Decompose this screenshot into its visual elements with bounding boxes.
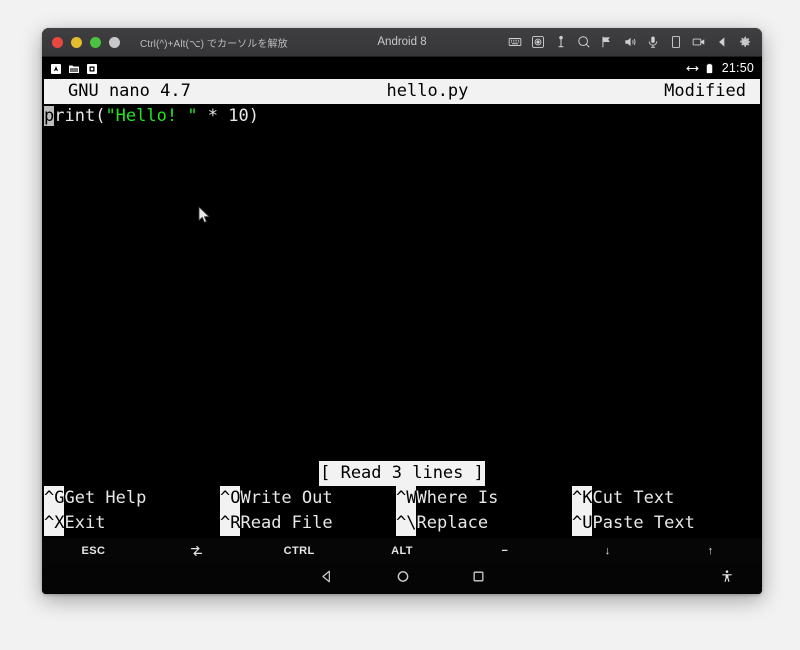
- shortcut-replace[interactable]: ^\ Replace: [396, 511, 572, 536]
- shortcut-write-out[interactable]: ^O Write Out: [220, 486, 396, 511]
- arrow-down-key[interactable]: ↓: [556, 538, 659, 564]
- shortcut-cut-text[interactable]: ^K Cut Text: [572, 486, 748, 511]
- android-nav-bar: [42, 564, 762, 594]
- emulator-window: Ctrl(^)+Alt(⌥) でカーソルを解放 Android 8 21:50 …: [42, 28, 762, 594]
- shortcut-read-file[interactable]: ^R Read File: [220, 511, 396, 536]
- nano-modified-state: Modified: [664, 81, 746, 101]
- status-notification-icons: [50, 62, 98, 74]
- alt-key[interactable]: ALT: [351, 538, 454, 564]
- shortcut-key: ^X: [44, 511, 65, 536]
- screenshot-notification-icon: [86, 62, 98, 74]
- shortcut-key: ^G: [44, 486, 65, 511]
- cursor-release-hint: Ctrl(^)+Alt(⌥) でカーソルを解放: [140, 38, 288, 50]
- terminal-key-toolbar: ESC CTRL ALT − ↓ ↑: [42, 538, 762, 564]
- nano-version: GNU nano 4.7: [68, 81, 191, 101]
- shortcut-key: ^\: [396, 511, 417, 536]
- status-clock: 21:50: [721, 61, 754, 75]
- folder-notification-icon: [68, 62, 80, 74]
- keyboard-icon[interactable]: [508, 35, 522, 49]
- location-icon[interactable]: [600, 35, 614, 49]
- accessibility-icon[interactable]: [720, 569, 734, 590]
- volume-icon[interactable]: [623, 35, 637, 49]
- back-icon[interactable]: [715, 35, 729, 49]
- battery-icon: [704, 62, 716, 74]
- microphone-icon[interactable]: [646, 35, 660, 49]
- back-nav-icon[interactable]: [320, 570, 334, 589]
- code-after: * 10): [197, 106, 259, 126]
- shortcut-key: ^W: [396, 486, 417, 511]
- shortcut-row-2: ^X Exit ^R Read File ^\ Replace ^U Paste Tex…: [44, 511, 760, 536]
- nano-title-bar: GNU nano 4.7 hello.py Modified: [44, 79, 760, 104]
- shortcut-exit[interactable]: ^X Exit: [44, 511, 220, 536]
- record-icon[interactable]: [692, 35, 706, 49]
- close-button[interactable]: [52, 36, 63, 48]
- shortcut-key: ^U: [572, 511, 593, 536]
- nano-filename: hello.py: [386, 81, 469, 101]
- shortcut-label: Exit: [64, 513, 106, 533]
- fullscreen-button[interactable]: [109, 36, 120, 48]
- shortcut-label: Replace: [416, 513, 489, 533]
- nano-edit-area[interactable]: print("Hello! " * 10): [44, 104, 760, 461]
- shortcut-get-help[interactable]: ^G Get Help: [44, 486, 220, 511]
- nano-status-message: [ Read 3 lines ]: [319, 461, 485, 486]
- app-notification-icon: [50, 62, 62, 74]
- code-string-literal: "Hello! ": [105, 106, 198, 126]
- shortcut-where-is[interactable]: ^W Where Is: [396, 486, 572, 511]
- shortcut-key: ^R: [220, 511, 241, 536]
- network-transfer-icon: [686, 62, 699, 74]
- usb-icon[interactable]: [554, 35, 568, 49]
- code-before: rint(: [54, 106, 106, 126]
- recents-nav-icon[interactable]: [472, 570, 485, 588]
- emulator-toolbar: [508, 35, 752, 49]
- arrow-up-key[interactable]: ↑: [659, 538, 762, 564]
- shortcut-paste-text[interactable]: ^U Paste Text: [572, 511, 748, 536]
- shortcut-label: Cut Text: [592, 488, 675, 508]
- esc-key[interactable]: ESC: [42, 538, 145, 564]
- shortcut-row-1: ^G Get Help ^O Write Out ^W Where Is ^K Cut …: [44, 486, 760, 511]
- shortcut-label: Write Out: [240, 488, 333, 508]
- zoom-icon[interactable]: [577, 35, 591, 49]
- nano-shortcut-bar: ^G Get Help ^O Write Out ^W Where Is ^K Cut …: [44, 486, 760, 538]
- home-nav-icon[interactable]: [396, 570, 410, 589]
- shortcut-key: ^K: [572, 486, 593, 511]
- text-cursor: p: [44, 106, 55, 126]
- status-system-icons: 21:50: [686, 61, 754, 75]
- screenshot-icon[interactable]: [531, 35, 545, 49]
- window-titlebar[interactable]: Ctrl(^)+Alt(⌥) でカーソルを解放 Android 8: [42, 28, 762, 57]
- tab-key[interactable]: [145, 538, 248, 564]
- minus-key[interactable]: −: [453, 538, 556, 564]
- rotate-icon[interactable]: [669, 35, 683, 49]
- shortcut-key: ^O: [220, 486, 241, 511]
- zoom-button[interactable]: [90, 36, 101, 48]
- minimize-button[interactable]: [71, 36, 82, 48]
- shortcut-label: Read File: [240, 513, 333, 533]
- nano-status-row: [ Read 3 lines ]: [44, 461, 760, 486]
- shortcut-label: Where Is: [416, 488, 499, 508]
- ctrl-key[interactable]: CTRL: [248, 538, 351, 564]
- code-line-1: print("Hello! " * 10): [44, 104, 760, 129]
- terminal-screen[interactable]: GNU nano 4.7 hello.py Modified print("He…: [42, 79, 762, 538]
- settings-gear-icon[interactable]: [738, 35, 752, 49]
- shortcut-label: Paste Text: [592, 513, 695, 533]
- traffic-lights: [52, 36, 120, 48]
- android-status-bar: 21:50: [42, 57, 762, 79]
- shortcut-label: Get Help: [64, 488, 147, 508]
